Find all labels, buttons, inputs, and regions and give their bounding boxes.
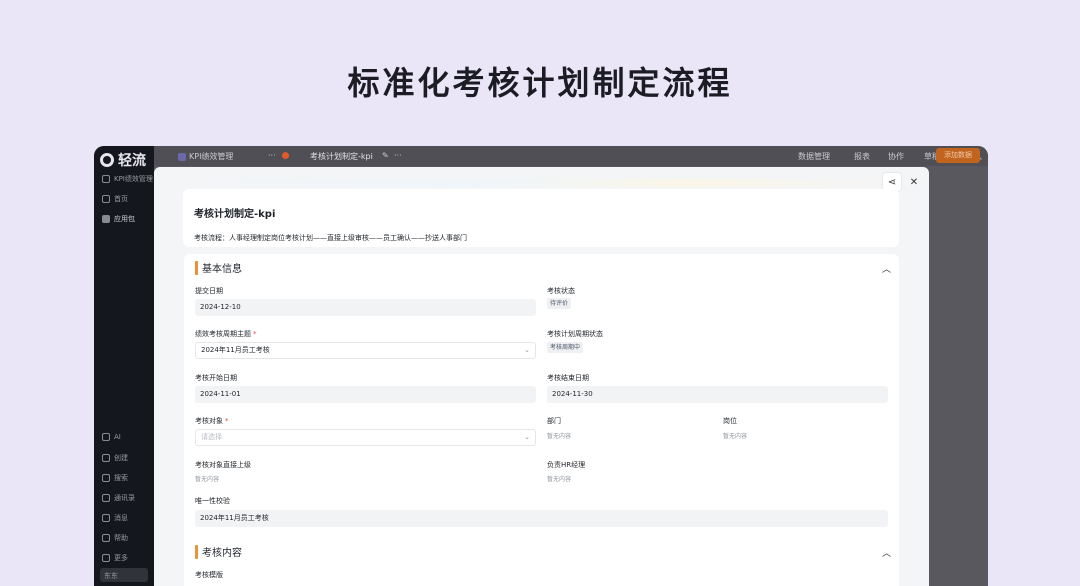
sidebar-item-label: 首页 bbox=[114, 195, 128, 203]
app-icon bbox=[102, 175, 110, 183]
sidebar: 轻流 KPI绩效管理 首页 应用包 AI 创建 搜索 通讯录 消息 帮助 更多 … bbox=[94, 146, 154, 586]
position-value: 暂无内容 bbox=[723, 433, 748, 440]
report-button[interactable]: 报表 bbox=[854, 151, 870, 162]
app-tab-label: KPI绩效管理 bbox=[189, 152, 234, 161]
cycle-theme-value: 2024年11月员工考核 bbox=[201, 346, 270, 354]
position-label: 岗位 bbox=[723, 417, 737, 425]
contacts-icon bbox=[102, 494, 110, 502]
sidebar-item-label: 应用包 bbox=[114, 215, 135, 223]
user-name: 东东 bbox=[104, 572, 118, 580]
sidebar-item-label: 更多 bbox=[114, 554, 128, 562]
more-icon bbox=[102, 554, 110, 562]
sidebar-item-more[interactable]: 更多 bbox=[102, 553, 128, 563]
section-header-content[interactable]: 考核内容 bbox=[195, 544, 242, 559]
collapse-icon[interactable]: ︿ bbox=[882, 546, 891, 559]
logo-text: 轻流 bbox=[118, 153, 146, 169]
sidebar-item-label: 搜索 bbox=[114, 474, 128, 482]
sidebar-item-label: AI bbox=[114, 433, 121, 441]
grid-icon bbox=[102, 215, 110, 223]
section-title: 考核内容 bbox=[202, 548, 242, 559]
sidebar-item-label: 消息 bbox=[114, 514, 128, 522]
cycle-status-badge: 考核周期中 bbox=[547, 342, 584, 353]
modal-gradient bbox=[180, 179, 900, 187]
department-label: 部门 bbox=[547, 417, 561, 425]
page-more-button[interactable]: ··· bbox=[394, 151, 402, 160]
plan-title: 考核计划制定-kpi bbox=[194, 209, 276, 220]
data-manage-button[interactable]: 数据管理 bbox=[798, 151, 830, 162]
target-select[interactable]: 请选择 ⌄ bbox=[195, 429, 536, 446]
collapse-icon[interactable]: ︿ bbox=[882, 262, 891, 275]
department-value: 暂无内容 bbox=[547, 433, 572, 440]
section-title: 基本信息 bbox=[202, 264, 242, 275]
start-date-field: 2024-11-01 bbox=[195, 386, 536, 403]
sidebar-item-home[interactable]: 首页 bbox=[102, 194, 128, 204]
logo-icon bbox=[100, 153, 114, 167]
app-icon bbox=[178, 152, 186, 161]
app-tab[interactable]: KPI绩效管理 bbox=[178, 151, 233, 162]
top-bar: KPI绩效管理 ··· 考核计划制定-kpi ✎ ··· 数据管理 报表 协作 … bbox=[154, 146, 988, 166]
sidebar-user[interactable]: 东东 bbox=[100, 568, 148, 582]
close-icon[interactable]: ✕ bbox=[905, 173, 923, 191]
notification-dot-icon bbox=[282, 151, 289, 160]
hr-manager-label: 负责HR经理 bbox=[547, 461, 586, 469]
sidebar-item-help[interactable]: 帮助 bbox=[102, 533, 128, 543]
add-data-button[interactable]: 添加数据 bbox=[936, 148, 980, 163]
submit-date-field: 2024-12-10 bbox=[195, 299, 536, 316]
status-label: 考核状态 bbox=[547, 287, 575, 295]
sidebar-item-contacts[interactable]: 通讯录 bbox=[102, 493, 135, 503]
end-date-label: 考核结束日期 bbox=[547, 374, 589, 382]
cycle-theme-label: 绩效考核周期主题 * bbox=[195, 330, 257, 338]
logo[interactable]: 轻流 bbox=[100, 150, 146, 170]
chevron-down-icon: ⌄ bbox=[524, 433, 530, 441]
sidebar-item-ai[interactable]: AI bbox=[102, 433, 121, 441]
target-placeholder: 请选择 bbox=[201, 433, 222, 441]
sidebar-item-apps[interactable]: 应用包 bbox=[102, 214, 135, 224]
unique-check-field: 2024年11月员工考核 bbox=[195, 510, 888, 527]
cycle-theme-select[interactable]: 2024年11月员工考核 ⌄ bbox=[195, 342, 536, 359]
target-label: 考核对象 * bbox=[195, 417, 229, 425]
template-label: 考核模版 bbox=[195, 571, 223, 579]
hero-title: 标准化考核计划制定流程 bbox=[347, 64, 733, 102]
section-header-basic[interactable]: 基本信息 bbox=[195, 260, 242, 275]
sidebar-app[interactable]: KPI绩效管理 bbox=[102, 174, 153, 184]
superior-value: 暂无内容 bbox=[195, 476, 220, 483]
sidebar-app-label: KPI绩效管理 bbox=[114, 175, 153, 183]
page-name: 考核计划制定-kpi bbox=[310, 152, 373, 161]
start-date-label: 考核开始日期 bbox=[195, 374, 237, 382]
end-date-field: 2024-11-30 bbox=[547, 386, 888, 403]
chevron-down-icon: ⌄ bbox=[524, 346, 530, 354]
sidebar-item-messages[interactable]: 消息 bbox=[102, 513, 128, 523]
section-marker bbox=[195, 260, 198, 275]
basic-info-section: 基本信息 ︿ 提交日期 2024-12-10 考核状态 待评价 绩效考核周期主题… bbox=[184, 254, 899, 586]
edit-icon[interactable]: ✎ bbox=[382, 151, 389, 160]
ai-icon bbox=[102, 433, 110, 441]
help-icon bbox=[102, 534, 110, 542]
section-marker bbox=[195, 544, 198, 559]
status-badge: 待评价 bbox=[547, 298, 572, 309]
bell-icon bbox=[102, 514, 110, 522]
sidebar-item-create[interactable]: 创建 bbox=[102, 453, 128, 463]
sidebar-item-search[interactable]: 搜索 bbox=[102, 473, 128, 483]
hr-manager-value: 暂无内容 bbox=[547, 476, 572, 483]
plan-header-card: 考核计划制定-kpi 考核流程：人事经理制定岗位考核计划——直接上级审核——员工… bbox=[183, 189, 899, 247]
plus-icon bbox=[102, 454, 110, 462]
unique-check-label: 唯一性校验 bbox=[195, 497, 230, 505]
home-icon bbox=[102, 195, 110, 203]
search-icon bbox=[102, 474, 110, 482]
sidebar-item-label: 通讯录 bbox=[114, 494, 135, 502]
sidebar-item-label: 创建 bbox=[114, 454, 128, 462]
cycle-status-label: 考核计划周期状态 bbox=[547, 330, 603, 338]
plan-flow: 考核流程：人事经理制定岗位考核计划——直接上级审核——员工确认——抄送人事部门 bbox=[194, 234, 467, 242]
sidebar-item-label: 帮助 bbox=[114, 534, 128, 542]
collab-button[interactable]: 协作 bbox=[888, 151, 904, 162]
submit-date-label: 提交日期 bbox=[195, 287, 223, 295]
app-more-button[interactable]: ··· bbox=[268, 151, 276, 160]
superior-label: 考核对象直接上级 bbox=[195, 461, 251, 469]
record-modal: ⋖ ✕ 考核计划制定-kpi 考核流程：人事经理制定岗位考核计划——直接上级审核… bbox=[154, 167, 929, 586]
